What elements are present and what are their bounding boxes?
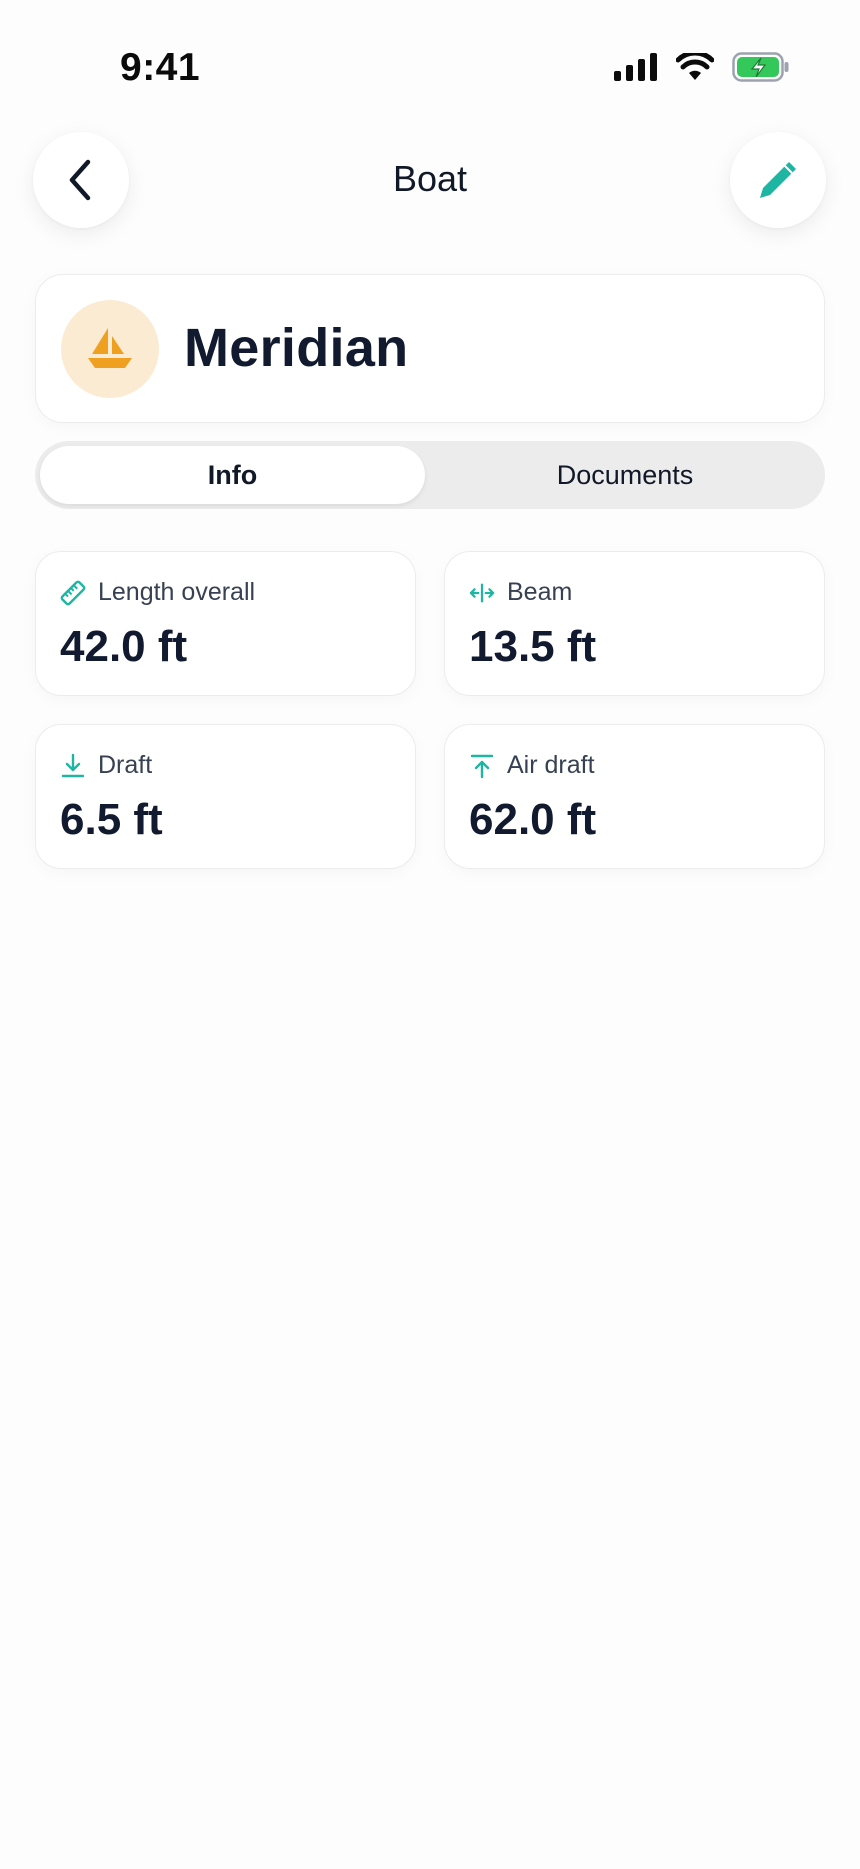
wifi-icon (676, 53, 714, 80)
boat-name-card: Meridian (35, 274, 825, 423)
stat-value: 42.0 ft (60, 622, 188, 671)
arrow-up-from-line-icon (469, 753, 495, 779)
stat-label: Draft (98, 751, 153, 779)
stat-label: Beam (507, 578, 573, 606)
ruler-icon (60, 580, 86, 606)
boat-detail-screen: 9:41 Boat Meridian Info Documents Length… (0, 0, 860, 1869)
status-icons (614, 52, 790, 82)
status-time: 9:41 (120, 46, 201, 89)
width-arrows-icon (469, 580, 495, 606)
tab-info[interactable]: Info (40, 446, 425, 504)
signal-icon (614, 53, 657, 81)
stat-value: 62.0 ft (469, 795, 597, 844)
stat-label: Air draft (507, 751, 595, 779)
stat-card-draft: Draft 6.5 ft (35, 724, 416, 869)
boat-avatar (61, 300, 159, 398)
stat-card-air-draft: Air draft 62.0 ft (444, 724, 825, 869)
stat-card-beam: Beam 13.5 ft (444, 551, 825, 696)
pencil-icon (760, 162, 796, 198)
stat-card-length-overall: Length overall 42.0 ft (35, 551, 416, 696)
stat-value: 6.5 ft (60, 795, 163, 844)
boat-name: Meridian (184, 318, 409, 378)
stat-value: 13.5 ft (469, 622, 597, 671)
sailboat-icon (88, 328, 132, 368)
status-bar: 9:41 (0, 0, 860, 140)
edit-button[interactable] (730, 132, 826, 228)
arrow-down-to-line-icon (60, 753, 86, 779)
stat-label: Length overall (98, 578, 256, 606)
tab-documents[interactable]: Documents (430, 446, 820, 504)
battery-charging-icon (732, 52, 789, 82)
tab-switcher: Info Documents (35, 441, 825, 509)
